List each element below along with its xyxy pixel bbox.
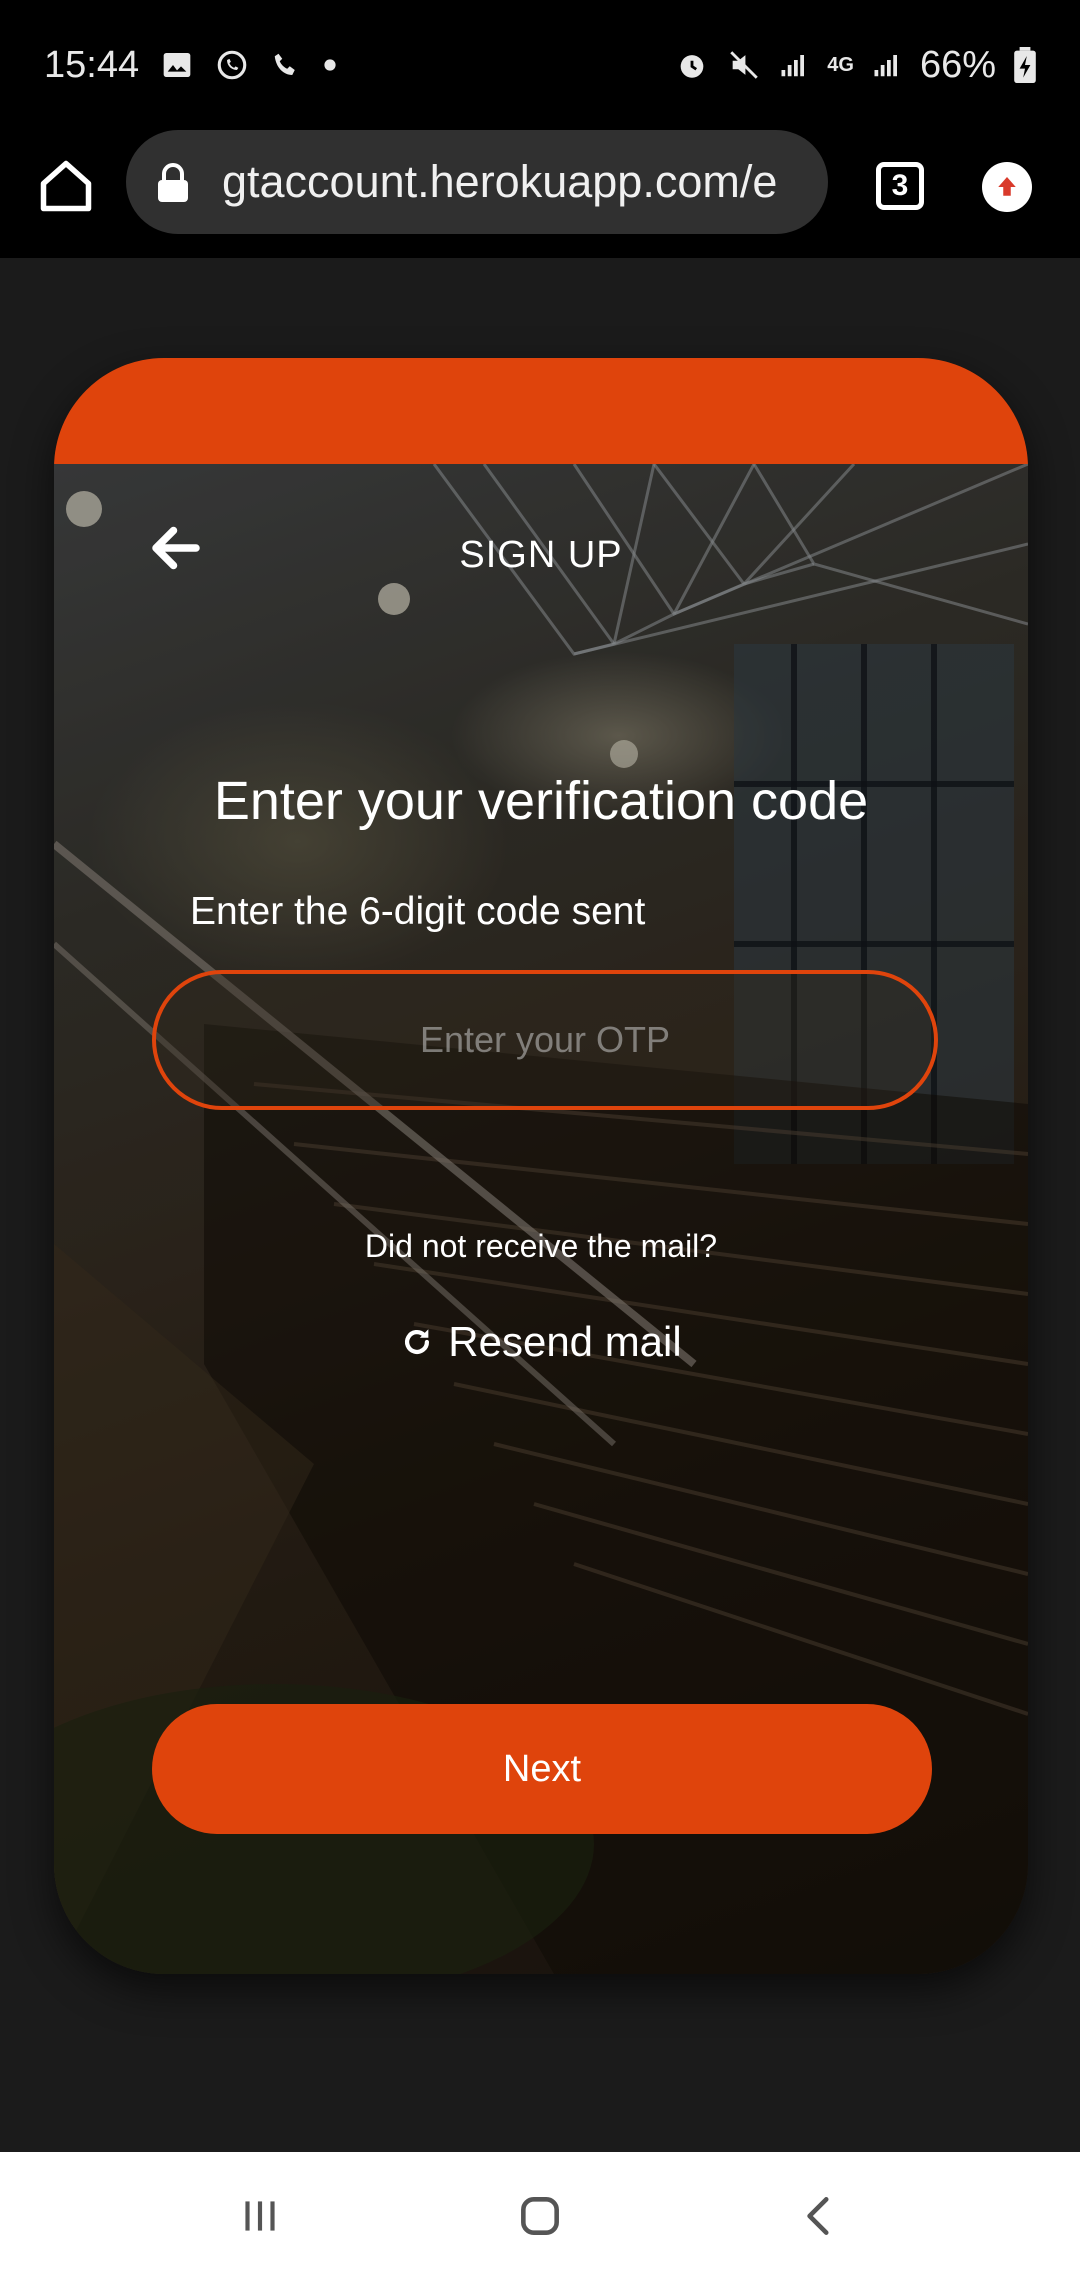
- mute-icon: [727, 48, 761, 82]
- no-mail-text: Did not receive the mail?: [364, 1228, 718, 1264]
- card-header-band: [54, 358, 1028, 464]
- data-4g-icon: 4G: [827, 55, 854, 75]
- phone-icon: [271, 50, 301, 80]
- home-icon[interactable]: [36, 156, 96, 216]
- network-label: 4G: [827, 54, 854, 76]
- next-button[interactable]: Next: [152, 1704, 932, 1834]
- system-nav-bar: [0, 2152, 1080, 2280]
- next-label: Next: [502, 1747, 582, 1790]
- recent-apps-icon[interactable]: [230, 2186, 290, 2246]
- home-button-icon[interactable]: [510, 2186, 570, 2246]
- dot-icon: [323, 58, 337, 72]
- verification-subheading: Enter the 6-digit code sent: [190, 890, 646, 933]
- update-icon[interactable]: [982, 162, 1032, 212]
- verification-heading: Enter your verification code: [213, 771, 869, 831]
- page-title: SIGN UP: [459, 534, 623, 576]
- image-icon: [161, 49, 193, 81]
- whatsapp-icon: [215, 48, 249, 82]
- resend-mail-link[interactable]: Resend mail: [54, 1318, 1028, 1366]
- browser-toolbar: gtaccount.herokuapp.com/e 3: [0, 130, 1080, 258]
- resend-label: Resend mail: [448, 1318, 682, 1365]
- battery-charging-icon: [1014, 47, 1036, 83]
- tabs-icon[interactable]: 3: [876, 162, 924, 210]
- refresh-icon: [405, 1329, 430, 1355]
- tab-count: 3: [891, 169, 909, 202]
- lock-icon: [156, 162, 190, 202]
- battery-percent: 66%: [919, 43, 996, 86]
- signal-icon: [872, 50, 902, 80]
- otp-input[interactable]: [152, 970, 938, 1110]
- status-time: 15:44: [44, 43, 140, 86]
- signal-icon: [779, 50, 809, 80]
- url-text: gtaccount.herokuapp.com/e: [222, 156, 778, 207]
- back-icon[interactable]: [790, 2186, 850, 2246]
- status-bar: 15:44 4G 66%: [0, 0, 1080, 130]
- address-bar[interactable]: gtaccount.herokuapp.com/e: [126, 130, 828, 234]
- signup-card: SIGN UP Enter your verification code Ent…: [54, 358, 1028, 1974]
- alarm-icon: [675, 48, 709, 82]
